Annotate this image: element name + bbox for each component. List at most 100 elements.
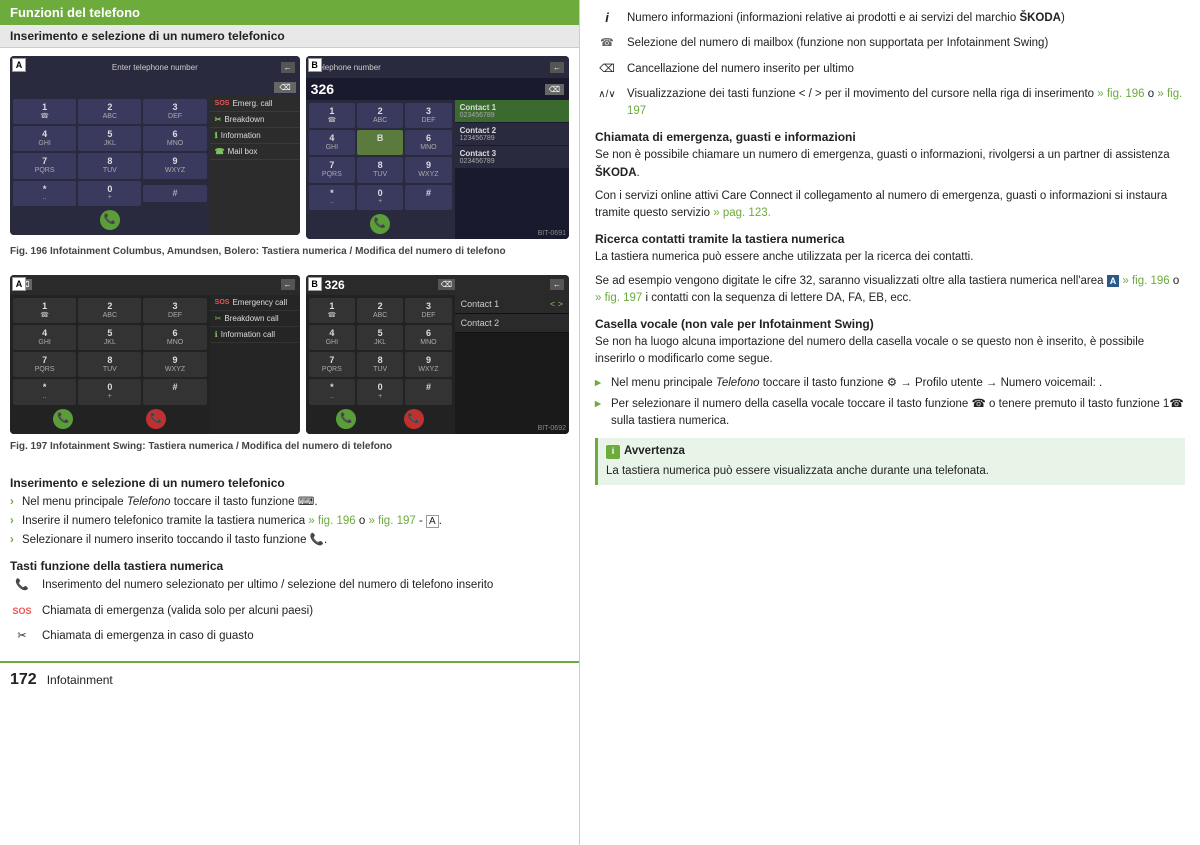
key-6b[interactable]: 6MNO [405, 130, 451, 155]
keyb2-7[interactable]: 7PQRS [309, 352, 355, 377]
key-7[interactable]: 7PQRS [13, 153, 76, 178]
call-b2[interactable]: 📞 [336, 409, 356, 429]
contact2-1[interactable]: Contact 1 < > [455, 295, 569, 314]
sos-text-icon: SOS [12, 606, 31, 616]
contact-1[interactable]: Contact 1 023456789 [455, 100, 569, 123]
keyb2-1[interactable]: 1☎ [309, 298, 355, 323]
key-star[interactable]: *.. [13, 181, 76, 206]
keyb2-4[interactable]: 4GHI [309, 325, 355, 350]
end-btn-a2[interactable]: 📞 [146, 409, 166, 429]
call-button[interactable]: 📞 [100, 210, 120, 230]
menu2-emergency[interactable]: SOS Emergency call [210, 295, 300, 311]
key2-0[interactable]: 0+ [78, 379, 141, 404]
keyb2-8[interactable]: 8TUV [357, 352, 403, 377]
key2-2[interactable]: 2ABC [78, 298, 141, 323]
key-9b[interactable]: 9WXYZ [405, 157, 451, 182]
menu-emergency[interactable]: SOS Emerg. call [210, 96, 300, 112]
number-display: 326 ⌫ [306, 78, 569, 100]
key2-4[interactable]: 4GHI [13, 325, 76, 350]
key2-3[interactable]: 3DEF [143, 298, 206, 323]
link-fig196-right[interactable]: » fig. 196 [1097, 88, 1144, 100]
link-pag123[interactable]: » pag. 123. [713, 207, 771, 219]
key-8[interactable]: 8TUV [78, 153, 141, 178]
end-b2[interactable]: 📞 [404, 409, 424, 429]
key-7b[interactable]: 7PQRS [309, 157, 355, 182]
key-3[interactable]: 3DEF [143, 99, 206, 124]
key-9[interactable]: 9WXYZ [143, 153, 206, 178]
key2-7[interactable]: 7PQRS [13, 352, 76, 377]
del-b2[interactable]: ⌫ [438, 279, 455, 290]
call-icon: 📞 [15, 579, 29, 591]
contact-3[interactable]: Contact 3 023456789 [455, 146, 569, 169]
screen-a2-body: 1☎ 2ABC 3DEF 4GHI 5JKL 6MNO 7PQRS [10, 295, 300, 434]
bullet-item-2: Inserire il numero telefonico tramite la… [10, 513, 569, 530]
back-arrow-icon: ← [281, 62, 295, 73]
key-3b[interactable]: 3DEF [405, 103, 451, 128]
key-hash[interactable]: # [143, 185, 206, 202]
key-hash-b[interactable]: # [405, 185, 451, 210]
key2-star[interactable]: *.. [13, 379, 76, 404]
bullet-item-1: Nel menu principale Telefono toccare il … [10, 494, 569, 511]
fig196-screen-a: A Enter telephone number ← ⌫ 1☎ 2ABC [10, 56, 300, 239]
screen-a2-header: ⌫ ← [10, 275, 300, 295]
call-btn-b[interactable]: 📞 [370, 214, 390, 234]
key2-6[interactable]: 6MNO [143, 325, 206, 350]
screen-a-label: A [12, 58, 26, 72]
key2-5[interactable]: 5JKL [78, 325, 141, 350]
menu-mailbox[interactable]: ☎ Mail box [210, 144, 300, 160]
chevrons-icon: < > [550, 299, 563, 309]
sos2-icon: SOS [215, 299, 230, 306]
key2-hash[interactable]: # [143, 379, 206, 404]
key-5b[interactable]: B [357, 130, 403, 155]
keyb2-0[interactable]: 0+ [357, 379, 403, 404]
bit-label-196: BIT-0691 [538, 230, 566, 237]
key2-9[interactable]: 9WXYZ [143, 352, 206, 377]
link-fig197-c[interactable]: » fig. 197 [595, 292, 642, 304]
keyb2-6[interactable]: 6MNO [405, 325, 451, 350]
link-fig196[interactable]: » fig. 196 [308, 515, 355, 527]
menu-information[interactable]: ℹ Information [210, 128, 300, 144]
section-title: Funzioni del telefono [0, 0, 579, 25]
key-4b[interactable]: 4GHI [309, 130, 355, 155]
bottom-row-b: 📞 [309, 212, 452, 236]
info-box-icon: i [606, 445, 620, 459]
del-btn[interactable]: ⌫ [545, 84, 564, 95]
key-0[interactable]: 0+ [78, 181, 141, 206]
keyb2-star[interactable]: *.. [309, 379, 355, 404]
contact2-2[interactable]: Contact 2 [455, 314, 569, 333]
key2-8[interactable]: 8TUV [78, 352, 141, 377]
call-btn-a2[interactable]: 📞 [53, 409, 73, 429]
key-1[interactable]: 1☎ [13, 99, 76, 124]
contact-2[interactable]: Contact 2 123456789 [455, 123, 569, 146]
key-0b[interactable]: 0+ [357, 185, 403, 210]
key2-1[interactable]: 1☎ [13, 298, 76, 323]
key-4[interactable]: 4GHI [13, 126, 76, 151]
keyb2-2[interactable]: 2ABC [357, 298, 403, 323]
menu2-info[interactable]: ℹ Information call [210, 327, 300, 343]
keyb2-9[interactable]: 9WXYZ [405, 352, 451, 377]
keypad-a2: 1☎ 2ABC 3DEF 4GHI 5JKL 6MNO 7PQRS [10, 295, 210, 434]
keypad-a: 1☎ 2ABC 3DEF 4GHI 5JKL 6MNO 7PQRS [10, 96, 210, 235]
keyb2-hash[interactable]: # [405, 379, 451, 404]
figure-196-area: A Enter telephone number ← ⌫ 1☎ 2ABC [0, 48, 579, 267]
key-star-b[interactable]: *.. [309, 185, 355, 210]
key-8b[interactable]: 8TUV [357, 157, 403, 182]
link-fig196-c[interactable]: » fig. 196 [1122, 275, 1169, 287]
keyb2-3[interactable]: 3DEF [405, 298, 451, 323]
sos-icon: SOS [215, 100, 230, 107]
keyb2-5[interactable]: 5JKL [357, 325, 403, 350]
key-2[interactable]: 2ABC [78, 99, 141, 124]
bullet-list: Nel menu principale Telefono toccare il … [10, 494, 569, 550]
link-fig197[interactable]: » fig. 197 [368, 515, 415, 527]
wrench-icon: ✂ [17, 630, 26, 642]
key-5[interactable]: 5JKL [78, 126, 141, 151]
key-2b[interactable]: 2ABC [357, 103, 403, 128]
key-6[interactable]: 6MNO [143, 126, 206, 151]
contact-list-b: Contact 1 023456789 Contact 2 123456789 … [455, 100, 569, 239]
bullet-arrow-2: ▸ [595, 396, 605, 431]
menu-breakdown[interactable]: ✂ Breakdown [210, 112, 300, 128]
info-symbol-cell: i [595, 10, 619, 25]
page-footer: 172 Infotainment [0, 661, 579, 697]
menu2-breakdown[interactable]: ✂ Breakdown call [210, 311, 300, 327]
key-1b[interactable]: 1☎ [309, 103, 355, 128]
